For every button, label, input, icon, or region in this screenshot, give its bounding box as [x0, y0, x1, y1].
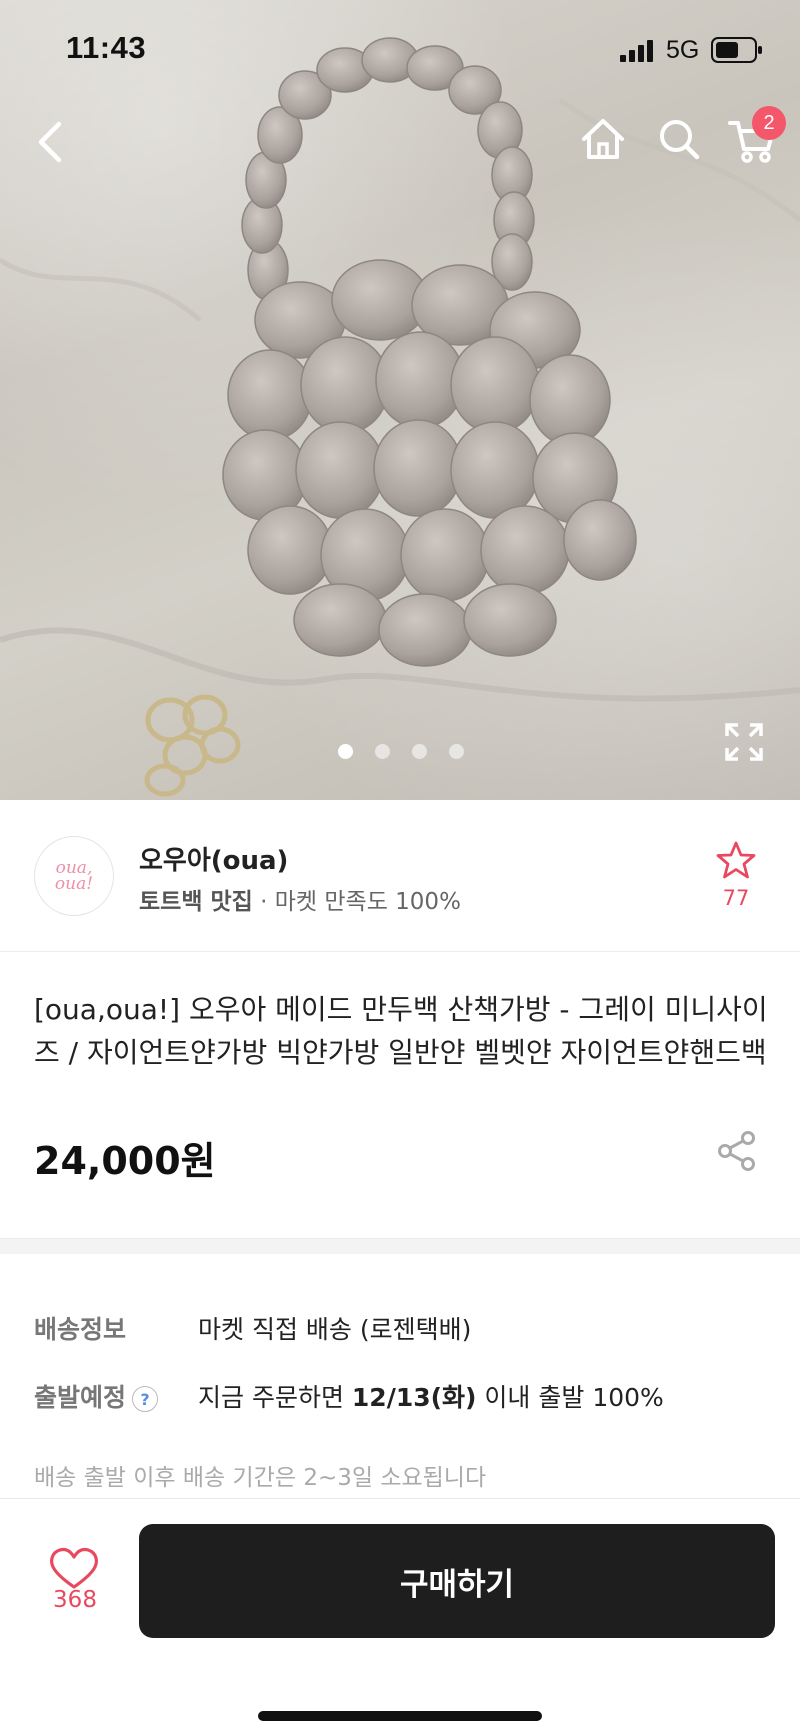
departure-date: 12/13(화): [351, 1383, 477, 1412]
seller-subtitle: 토트백 맛집 · 마켓 만족도 100%: [139, 882, 461, 916]
gallery-pagination: [338, 744, 464, 759]
buy-button[interactable]: 구매하기: [139, 1524, 775, 1638]
network-type: 5G: [666, 36, 700, 64]
gallery-dot[interactable]: [375, 744, 390, 759]
gallery-dot[interactable]: [338, 744, 353, 759]
signal-icon: [620, 40, 653, 62]
gallery-dot[interactable]: [412, 744, 427, 759]
seller-logo-text: oua, oua!: [54, 858, 94, 894]
seller-satisfaction: · 마켓 만족도 100%: [252, 889, 461, 915]
status-time: 11:43: [66, 30, 147, 65]
shipping-info-value: 마켓 직접 배송 (로젠택배): [198, 1315, 472, 1344]
departure-suffix: 이내 출발 100%: [476, 1383, 664, 1412]
home-indicator: [258, 1711, 542, 1721]
gallery-dot[interactable]: [449, 744, 464, 759]
like-count: 368: [53, 1587, 97, 1613]
bottom-action-bar: 368 구매하기: [0, 1498, 800, 1732]
seller-section[interactable]: oua, oua! 오우아(oua) 토트백 맛집 · 마켓 만족도 100% …: [0, 800, 800, 952]
product-image[interactable]: 11:43 5G 2: [0, 0, 800, 800]
battery-icon: [711, 37, 762, 63]
departure-label: 출발예정: [34, 1383, 127, 1412]
help-icon[interactable]: ?: [132, 1386, 159, 1412]
product-info: [oua,oua!] 오우아 메이드 만두백 산책가방 - 그레이 미니사이즈 …: [0, 952, 800, 1238]
expand-image-button[interactable]: [724, 722, 764, 762]
product-title: [oua,oua!] 오우아 메이드 만두백 산책가방 - 그레이 미니사이즈 …: [34, 993, 768, 1069]
seller-name[interactable]: 오우아(oua): [139, 840, 288, 877]
seller-logo[interactable]: oua, oua!: [34, 836, 114, 916]
star-icon[interactable]: [716, 840, 756, 880]
search-button[interactable]: [654, 114, 704, 164]
departure-prefix: 지금 주문하면: [198, 1383, 352, 1412]
chevron-left-icon: [38, 121, 62, 163]
departure-value: 지금 주문하면 12/13(화) 이내 출발 100%: [198, 1378, 664, 1414]
cart-count-badge: 2: [752, 106, 786, 140]
status-bar: 11:43 5G: [0, 0, 800, 100]
shipping-info-label: 배송정보: [34, 1315, 127, 1344]
departure-label-group: 출발예정?: [34, 1378, 159, 1414]
share-icon[interactable]: [716, 1130, 758, 1172]
section-divider: [0, 1238, 800, 1254]
expand-icon: [725, 723, 763, 761]
seller-tag: 토트백 맛집: [139, 889, 253, 915]
search-icon: [660, 120, 700, 160]
home-button[interactable]: [578, 114, 628, 164]
seller-favorite-count: 77: [722, 886, 750, 910]
back-button[interactable]: [28, 115, 72, 169]
shipping-note: 배송 출발 이후 배송 기간은 2~3일 소요됩니다: [34, 1465, 487, 1491]
home-icon: [582, 119, 624, 159]
product-price: 24,000원: [34, 1139, 216, 1183]
